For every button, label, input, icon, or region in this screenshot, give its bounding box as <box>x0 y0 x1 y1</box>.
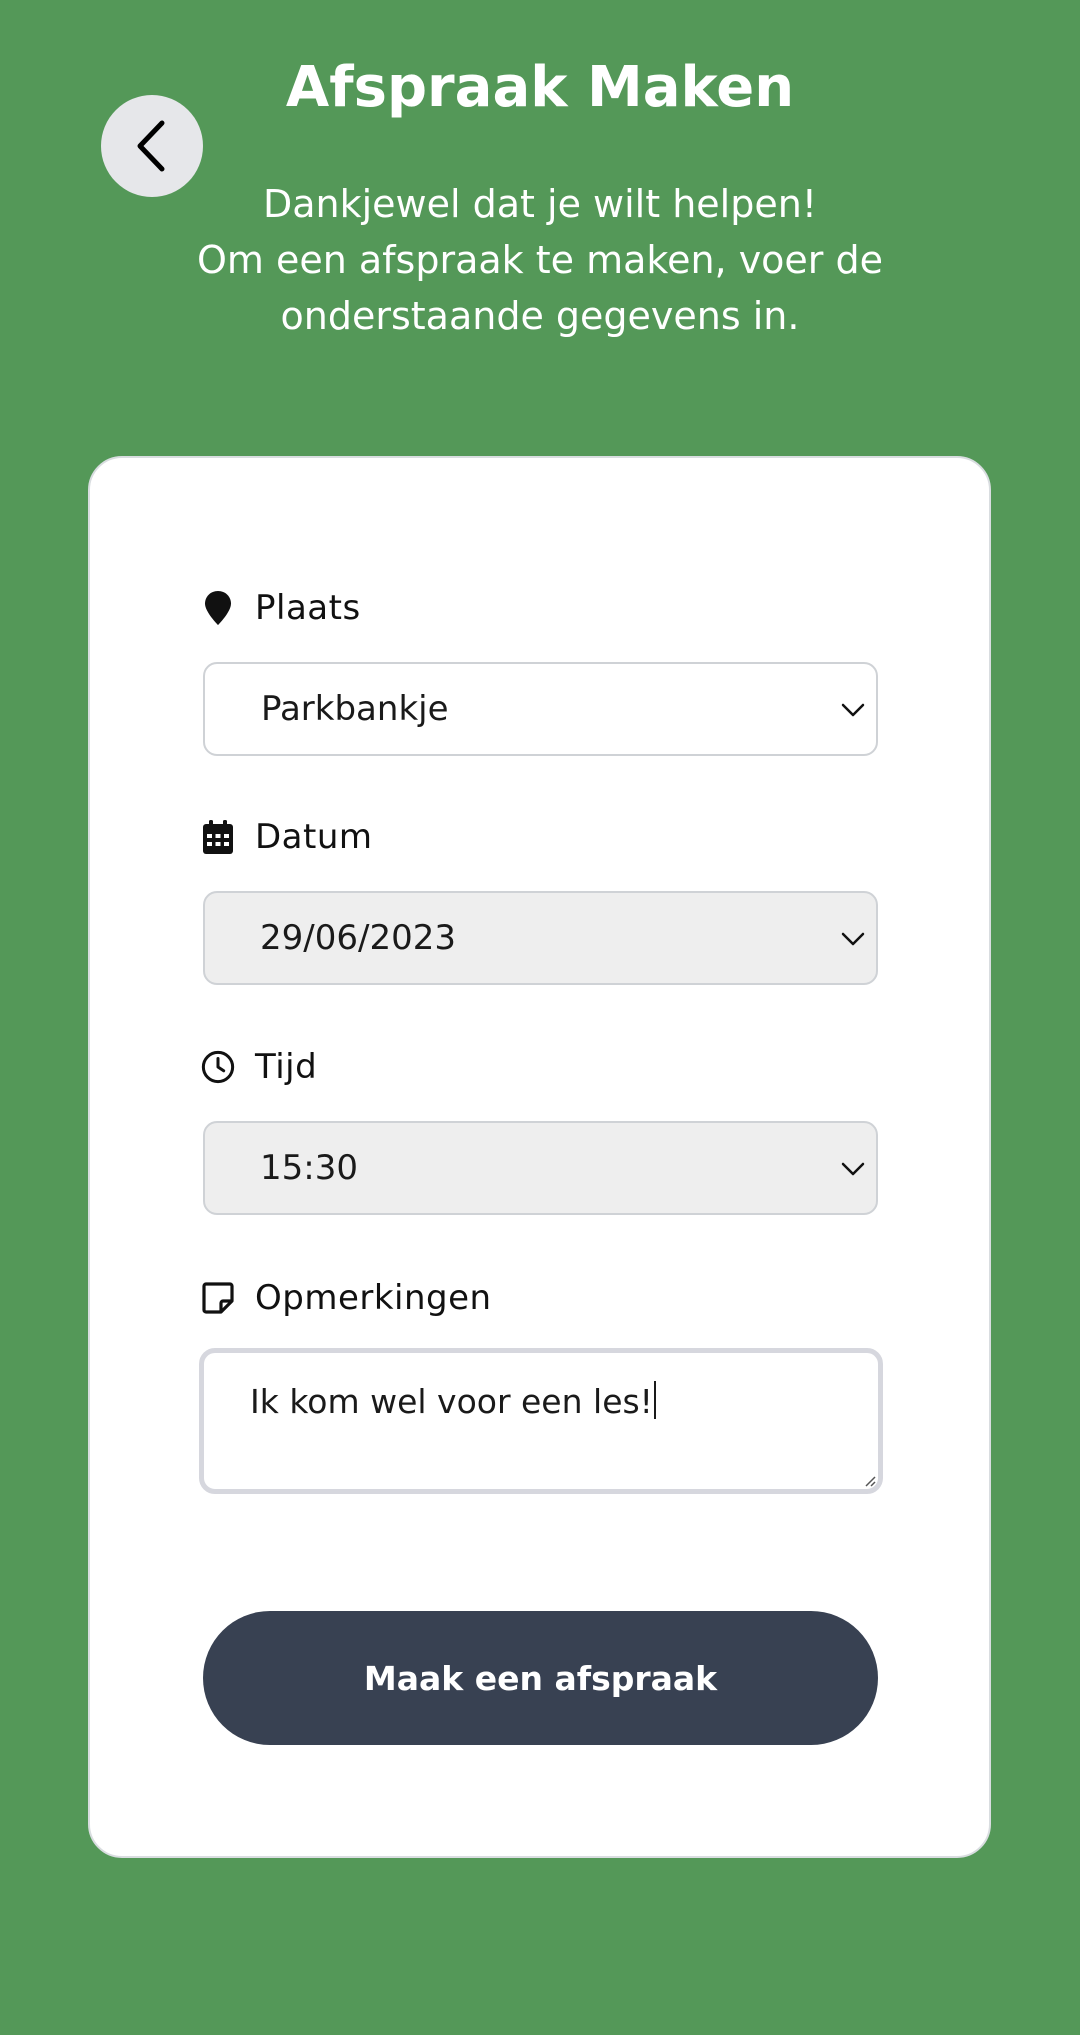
calendar-icon <box>201 817 235 857</box>
submit-appointment-button[interactable]: Maak een afspraak <box>203 1611 878 1745</box>
map-pin-icon <box>201 588 235 628</box>
intro-line: Dankjewel dat je wilt helpen! <box>262 182 818 226</box>
notes-textarea[interactable]: Ik kom wel voor een les! <box>199 1348 883 1494</box>
place-label-text: Plaats <box>255 588 361 628</box>
time-label: Tijd <box>201 1045 317 1089</box>
notes-label: Opmerkingen <box>201 1276 492 1320</box>
chevron-left-icon <box>137 120 165 172</box>
notes-textarea-value: Ik kom wel voor een les! <box>250 1382 653 1421</box>
notes-text-row: Ik kom wel voor een les! <box>250 1381 656 1421</box>
place-label: Plaats <box>201 586 361 630</box>
time-label-text: Tijd <box>255 1047 318 1087</box>
intro-text: Dankjewel dat je wilt helpen! Om een afs… <box>140 176 940 344</box>
chevron-down-icon <box>841 1162 865 1176</box>
date-select-value: 29/06/2023 <box>260 918 456 958</box>
place-select-value: Parkbankje <box>261 689 449 729</box>
date-select[interactable]: 29/06/2023 <box>203 891 878 985</box>
time-select[interactable]: 15:30 <box>203 1121 878 1215</box>
chevron-down-icon <box>841 703 865 717</box>
time-select-value: 15:30 <box>260 1148 358 1188</box>
date-label: Datum <box>201 815 373 859</box>
date-label-text: Datum <box>255 817 373 857</box>
notes-label-text: Opmerkingen <box>255 1278 492 1318</box>
note-icon <box>201 1278 235 1318</box>
clock-icon <box>201 1047 235 1087</box>
text-caret <box>653 1381 656 1419</box>
page-title: Afspraak Maken <box>285 55 795 120</box>
chevron-down-icon <box>841 932 865 946</box>
intro-line: Om een afspraak te maken, voer de <box>196 238 884 282</box>
intro-line: onderstaande gegevens in. <box>280 294 800 338</box>
place-select[interactable]: Parkbankje <box>203 662 878 756</box>
resize-grip-icon[interactable] <box>864 1475 876 1487</box>
